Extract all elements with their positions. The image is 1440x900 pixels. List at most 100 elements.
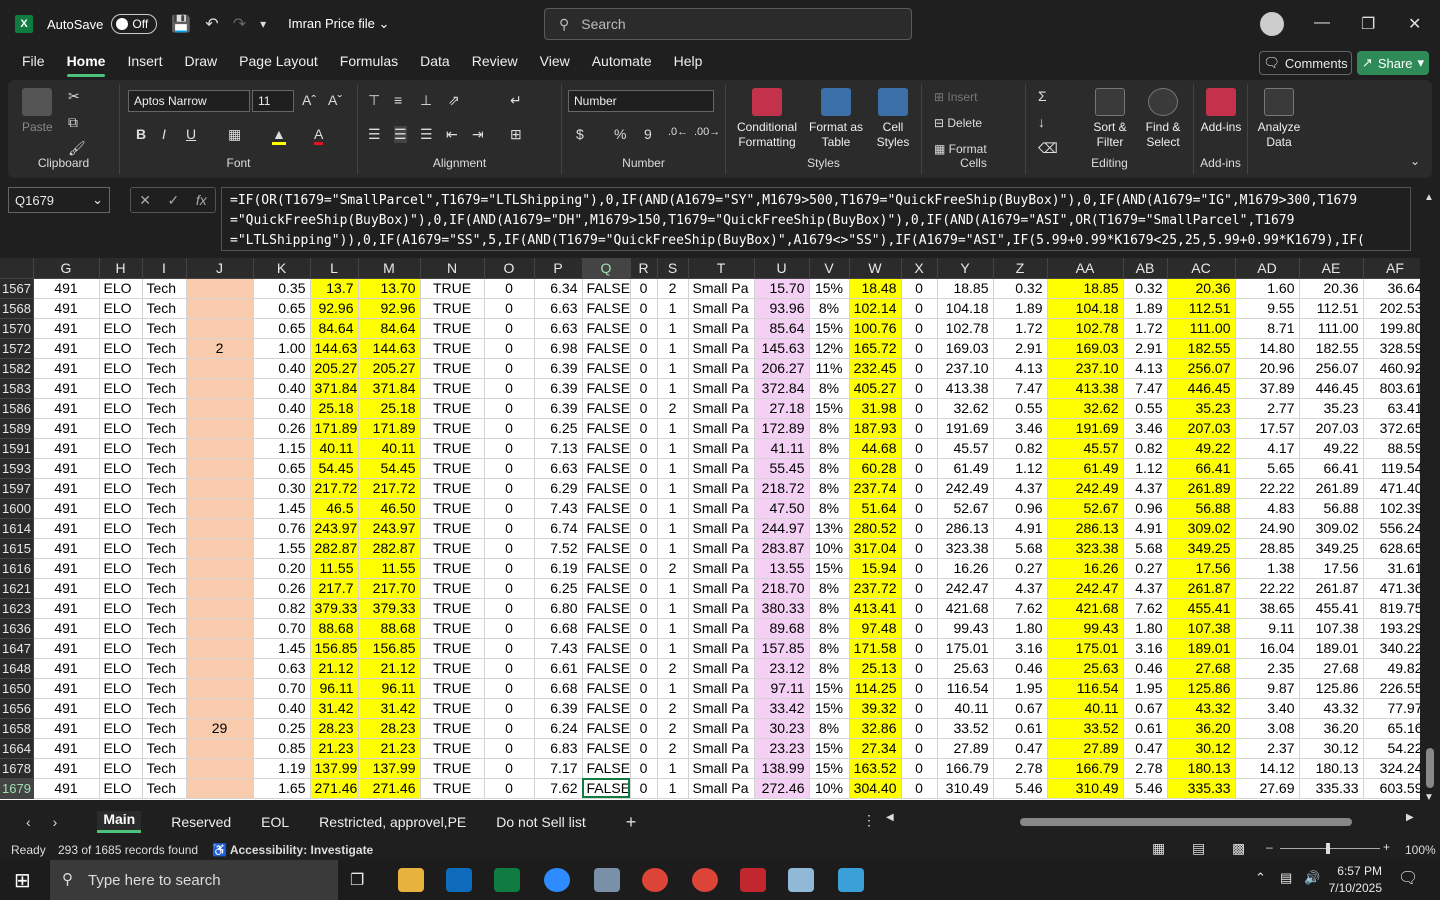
cell-j[interactable] bbox=[186, 578, 254, 599]
cell-i[interactable]: Tech bbox=[142, 638, 187, 659]
cell-w[interactable]: 280.52 bbox=[849, 518, 902, 539]
cell-ac[interactable]: 182.55 bbox=[1167, 338, 1236, 359]
cell-h[interactable]: ELO bbox=[99, 738, 143, 759]
tab-home[interactable]: Home bbox=[66, 53, 105, 77]
sheet-tab-main[interactable]: Main bbox=[97, 811, 142, 833]
cell-ae[interactable]: 43.32 bbox=[1299, 698, 1364, 719]
excel-taskbar-icon[interactable] bbox=[494, 868, 520, 892]
cell-k[interactable]: 0.26 bbox=[253, 578, 311, 599]
cell-r[interactable]: 0 bbox=[630, 398, 658, 419]
cell-w[interactable]: 165.72 bbox=[849, 338, 902, 359]
cell-w[interactable]: 102.14 bbox=[849, 298, 902, 319]
cell-n[interactable]: TRUE bbox=[420, 618, 485, 639]
tray-chevron-icon[interactable]: ⌃ bbox=[1255, 870, 1266, 886]
cell-n[interactable]: TRUE bbox=[420, 738, 485, 759]
cell-t[interactable]: Small Pa bbox=[688, 538, 755, 559]
cell-i[interactable]: Tech bbox=[142, 298, 187, 319]
copy-icon[interactable]: ⧉ bbox=[68, 114, 78, 131]
cell-p[interactable]: 6.63 bbox=[534, 318, 583, 339]
cell-i[interactable]: Tech bbox=[142, 458, 187, 479]
cell-ad[interactable]: 9.87 bbox=[1235, 678, 1300, 699]
cell-u[interactable]: 23.12 bbox=[754, 658, 810, 679]
cell-aa[interactable]: 413.38 bbox=[1047, 378, 1124, 399]
cell-aa[interactable]: 52.67 bbox=[1047, 498, 1124, 519]
align-middle-icon[interactable]: ≡ bbox=[394, 92, 402, 108]
cell-w[interactable]: 15.94 bbox=[849, 558, 902, 579]
cell-w[interactable]: 114.25 bbox=[849, 678, 902, 699]
cell-l[interactable]: 205.27 bbox=[310, 358, 359, 379]
row-header[interactable]: 1616 bbox=[0, 558, 34, 579]
cell-t[interactable]: Small Pa bbox=[688, 318, 755, 339]
cell-t[interactable]: Small Pa bbox=[688, 438, 755, 459]
cell-r[interactable]: 0 bbox=[630, 698, 658, 719]
restore-icon[interactable]: ❐ bbox=[1361, 14, 1375, 34]
cell-m[interactable]: 171.89 bbox=[358, 418, 421, 439]
scroll-up-icon[interactable]: ▲ bbox=[1424, 192, 1434, 203]
cell-ab[interactable]: 0.82 bbox=[1123, 438, 1168, 459]
cell-p[interactable]: 6.98 bbox=[534, 338, 583, 359]
bold-button[interactable]: B bbox=[136, 126, 146, 142]
cell-l[interactable]: 28.23 bbox=[310, 718, 359, 739]
cell-j[interactable] bbox=[186, 538, 254, 559]
cell-l[interactable]: 21.23 bbox=[310, 738, 359, 759]
cell-q[interactable]: FALSE bbox=[582, 318, 631, 339]
cell-g[interactable]: 491 bbox=[33, 518, 100, 539]
cell-af[interactable]: 819.75 bbox=[1363, 598, 1420, 619]
volume-icon[interactable]: 🔊 bbox=[1304, 870, 1320, 886]
cell-i[interactable]: Tech bbox=[142, 318, 187, 339]
cell-z[interactable]: 1.80 bbox=[993, 618, 1048, 639]
cell-x[interactable]: 0 bbox=[901, 538, 938, 559]
cell-ac[interactable]: 189.01 bbox=[1167, 638, 1236, 659]
cell-af[interactable]: 460.92 bbox=[1363, 358, 1420, 379]
cell-u[interactable]: 27.18 bbox=[754, 398, 810, 419]
cell-x[interactable]: 0 bbox=[901, 458, 938, 479]
cell-ad[interactable]: 28.85 bbox=[1235, 538, 1300, 559]
cell-ad[interactable]: 5.65 bbox=[1235, 458, 1300, 479]
cell-j[interactable] bbox=[186, 458, 254, 479]
cell-r[interactable]: 0 bbox=[630, 458, 658, 479]
cell-q[interactable]: FALSE bbox=[582, 378, 631, 399]
cell-m[interactable]: 21.12 bbox=[358, 658, 421, 679]
cell-l[interactable]: 25.18 bbox=[310, 398, 359, 419]
cell-z[interactable]: 4.37 bbox=[993, 478, 1048, 499]
column-header[interactable]: O bbox=[484, 258, 535, 279]
cell-m[interactable]: 54.45 bbox=[358, 458, 421, 479]
cell-g[interactable]: 491 bbox=[33, 618, 100, 639]
chrome-profile-icon[interactable] bbox=[692, 868, 718, 892]
cell-t[interactable]: Small Pa bbox=[688, 758, 755, 779]
cell-ae[interactable]: 207.03 bbox=[1299, 418, 1364, 439]
cell-t[interactable]: Small Pa bbox=[688, 298, 755, 319]
cell-q[interactable]: FALSE bbox=[582, 558, 631, 579]
filezilla-icon[interactable] bbox=[740, 868, 766, 892]
cell-i[interactable]: Tech bbox=[142, 438, 187, 459]
sheet-tab-restricted[interactable]: Restricted, approvel,PE bbox=[319, 814, 466, 830]
column-header[interactable]: Y bbox=[937, 258, 994, 279]
cell-z[interactable]: 3.16 bbox=[993, 638, 1048, 659]
row-header[interactable]: 1621 bbox=[0, 578, 34, 599]
cell-ac[interactable]: 112.51 bbox=[1167, 298, 1236, 319]
tab-draw[interactable]: Draw bbox=[184, 53, 217, 73]
row-header[interactable]: 1586 bbox=[0, 398, 34, 419]
cell-r[interactable]: 0 bbox=[630, 638, 658, 659]
cell-y[interactable]: 166.79 bbox=[937, 758, 994, 779]
fill-icon[interactable]: ↓ bbox=[1038, 114, 1045, 130]
row-header[interactable]: 1636 bbox=[0, 618, 34, 639]
cell-v[interactable]: 8% bbox=[809, 598, 850, 619]
cell-ad[interactable]: 3.40 bbox=[1235, 698, 1300, 719]
row-header[interactable]: 1623 bbox=[0, 598, 34, 619]
cell-z[interactable]: 1.72 bbox=[993, 318, 1048, 339]
cell-i[interactable]: Tech bbox=[142, 378, 187, 399]
cell-t[interactable]: Small Pa bbox=[688, 778, 755, 799]
cell-ae[interactable]: 455.41 bbox=[1299, 598, 1364, 619]
cancel-icon[interactable]: ✕ bbox=[139, 192, 151, 209]
cell-y[interactable]: 413.38 bbox=[937, 378, 994, 399]
cell-w[interactable]: 27.34 bbox=[849, 738, 902, 759]
zoom-app-icon[interactable] bbox=[544, 868, 570, 892]
taskbar-search-input[interactable]: ⚲ Type here to search bbox=[50, 860, 338, 900]
cell-ab[interactable]: 0.27 bbox=[1123, 558, 1168, 579]
cell-i[interactable]: Tech bbox=[142, 538, 187, 559]
cell-x[interactable]: 0 bbox=[901, 378, 938, 399]
row-header[interactable]: 1656 bbox=[0, 698, 34, 719]
cell-p[interactable]: 6.68 bbox=[534, 618, 583, 639]
cell-s[interactable]: 1 bbox=[657, 438, 689, 459]
